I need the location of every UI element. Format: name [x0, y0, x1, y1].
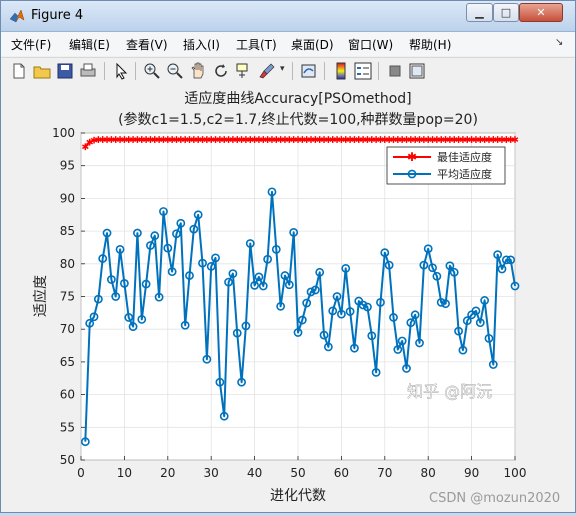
show-plot-tools-icon[interactable]: [407, 61, 427, 81]
close-button[interactable]: ✕: [519, 3, 563, 22]
chart-subtitle: (参数c1=1.5,c2=1.7,终止代数=100,种群数量pop=20): [118, 111, 478, 128]
pointer-icon[interactable]: [111, 61, 131, 81]
x-tick-label: 100: [504, 466, 527, 480]
menu-window[interactable]: 窗口(W): [348, 36, 393, 53]
menu-overflow-icon[interactable]: ↘: [555, 37, 563, 48]
maximize-button[interactable]: □: [493, 3, 519, 22]
y-tick-label: 70: [60, 322, 75, 336]
colorbar-icon[interactable]: [331, 61, 351, 81]
zoom-out-icon[interactable]: [165, 61, 185, 81]
window-title: Figure 4: [31, 8, 84, 23]
zhihu-watermark: 知乎 @阿沅: [407, 382, 492, 401]
menu-view[interactable]: 查看(V): [126, 36, 168, 53]
menu-edit[interactable]: 编辑(E): [69, 36, 110, 53]
y-tick-label: 60: [60, 388, 75, 402]
hide-plot-tools-icon[interactable]: [385, 61, 405, 81]
x-tick-label: 40: [247, 466, 262, 480]
y-tick-label: 100: [52, 126, 75, 140]
link-icon[interactable]: [299, 61, 319, 81]
x-tick-label: 70: [377, 466, 392, 480]
open-icon[interactable]: [32, 61, 52, 81]
data-cursor-icon[interactable]: [234, 61, 254, 81]
legend[interactable]: ✱ 最佳适应度 平均适应度: [386, 146, 506, 185]
chart-title: 适应度曲线Accuracy[PSOmethod]: [184, 90, 411, 107]
x-axis-label: 进化代数: [270, 488, 326, 504]
menu-tools[interactable]: 工具(T): [236, 36, 277, 53]
new-figure-icon[interactable]: [9, 61, 29, 81]
y-tick-label: 55: [60, 420, 75, 434]
minimize-button[interactable]: ▁: [466, 3, 493, 22]
x-tick-label: 10: [117, 466, 132, 480]
menu-desktop[interactable]: 桌面(D): [291, 36, 334, 53]
y-tick-label: 95: [60, 159, 75, 173]
legend-icon[interactable]: [353, 61, 373, 81]
y-tick-label: 90: [60, 191, 75, 205]
save-icon[interactable]: [55, 61, 75, 81]
zoom-in-icon[interactable]: [142, 61, 162, 81]
x-tick-label: 60: [334, 466, 349, 480]
brush-icon[interactable]: [257, 61, 277, 81]
figure-toolbar: ▾: [1, 57, 575, 87]
y-tick-label: 75: [60, 290, 75, 304]
y-tick-label: 85: [60, 224, 75, 238]
legend-label-best: 最佳适应度: [437, 150, 492, 164]
figure-canvas: 适应度曲线Accuracy[PSOmethod] (参数c1=1.5,c2=1.…: [1, 86, 575, 512]
pan-icon[interactable]: [188, 61, 208, 81]
legend-label-avg: 平均适应度: [437, 167, 492, 181]
x-tick-label: 50: [290, 466, 305, 480]
x-tick-label: 30: [204, 466, 219, 480]
y-tick-label: 80: [60, 257, 75, 271]
y-tick-label: 65: [60, 355, 75, 369]
x-tick-label: 80: [421, 466, 436, 480]
print-icon[interactable]: [78, 61, 98, 81]
csdn-watermark: CSDN @mozun2020: [429, 491, 560, 506]
menu-insert[interactable]: 插入(I): [183, 36, 220, 53]
x-tick-label: 90: [464, 466, 479, 480]
fitness-chart: 适应度曲线Accuracy[PSOmethod] (参数c1=1.5,c2=1.…: [32, 90, 560, 506]
menu-help[interactable]: 帮助(H): [409, 36, 451, 53]
matlab-app-icon: [9, 9, 25, 23]
x-tick-label: 0: [77, 466, 85, 480]
legend-marker-best: ✱: [407, 150, 417, 164]
menu-bar: 文件(F) 编辑(E) 查看(V) 插入(I) 工具(T) 桌面(D) 窗口(W…: [1, 32, 575, 56]
y-axis-label: 适应度: [32, 275, 49, 317]
figure-window: Figure 4 ▁ □ ✕ 文件(F) 编辑(E) 查看(V) 插入(I) 工…: [0, 0, 576, 513]
title-bar[interactable]: Figure 4 ▁ □ ✕: [1, 1, 575, 32]
rotate-icon[interactable]: [211, 61, 231, 81]
y-tick-label: 50: [60, 453, 75, 467]
x-tick-label: 20: [160, 466, 175, 480]
brush-dropdown-icon[interactable]: ▾: [280, 64, 285, 74]
menu-file[interactable]: 文件(F): [11, 36, 51, 53]
